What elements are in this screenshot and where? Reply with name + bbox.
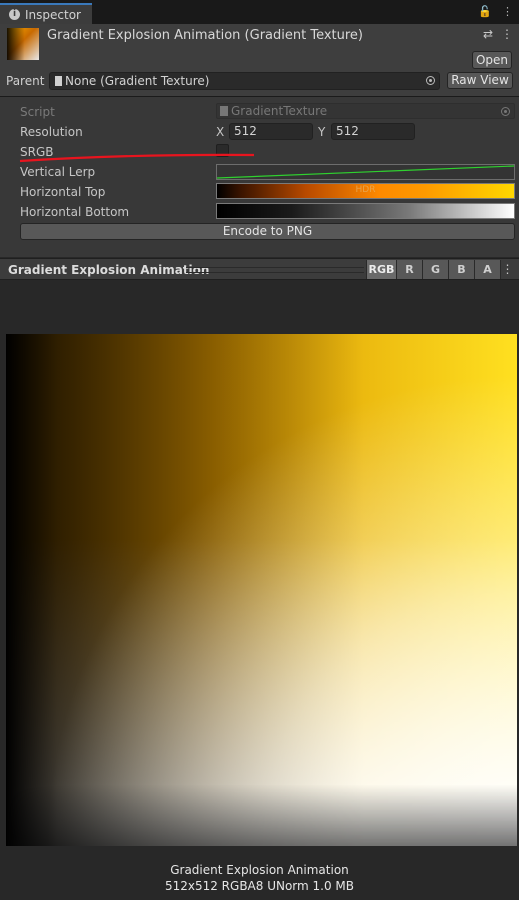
- channel-r-button[interactable]: R: [396, 260, 422, 279]
- preview-header: Gradient Explosion Animation RGB R G B A…: [0, 258, 519, 280]
- preview-menu-icon[interactable]: ⋮: [500, 260, 514, 279]
- more-options-icon[interactable]: ⋮: [501, 27, 513, 41]
- open-button[interactable]: Open: [472, 51, 512, 69]
- hdr-tag: HDR: [355, 185, 376, 195]
- settings-sliders-icon[interactable]: ⇄: [483, 27, 493, 41]
- parent-label: Parent: [6, 74, 45, 88]
- texture-shade: [6, 334, 517, 846]
- tab-bar: i Inspector 🔓 ⋮: [0, 0, 519, 24]
- curve-line: [216, 165, 515, 179]
- preview-caption-info: 512x512 RGBA8 UNorm 1.0 MB: [164, 879, 355, 893]
- encode-to-png-button[interactable]: Encode to PNG: [20, 223, 515, 240]
- horizontal-bottom-gradient-field[interactable]: [216, 203, 515, 219]
- document-icon: [55, 76, 62, 86]
- properties-panel: Script GradientTexture Resolution X 512 …: [0, 97, 519, 257]
- parent-field[interactable]: None (Gradient Texture): [49, 72, 440, 90]
- channel-rgb-button[interactable]: RGB: [366, 260, 396, 279]
- vertical-lerp-label: Vertical Lerp: [20, 165, 96, 179]
- asset-title: Gradient Explosion Animation (Gradient T…: [47, 28, 364, 43]
- channel-b-button[interactable]: B: [448, 260, 474, 279]
- asset-thumbnail: [7, 28, 39, 60]
- resize-grip[interactable]: [186, 267, 364, 273]
- vertical-lerp-curve-field[interactable]: [216, 164, 515, 180]
- preview-area: Gradient Explosion Animation 512x512 RGB…: [0, 280, 519, 900]
- object-picker-icon[interactable]: [426, 76, 435, 85]
- info-icon: i: [9, 9, 20, 20]
- horizontal-bottom-label: Horizontal Bottom: [20, 205, 130, 219]
- preview-title[interactable]: Gradient Explosion Animation: [8, 263, 209, 277]
- inspector-header: Gradient Explosion Animation (Gradient T…: [0, 24, 519, 96]
- kebab-menu-icon[interactable]: ⋮: [502, 5, 513, 18]
- horizontal-top-gradient-field[interactable]: HDR: [216, 183, 515, 199]
- texture-preview-image: [6, 334, 517, 846]
- channel-a-button[interactable]: A: [474, 260, 500, 279]
- raw-view-button[interactable]: Raw View: [447, 72, 513, 89]
- tab-tools: 🔓 ⋮: [478, 5, 513, 18]
- horizontal-top-label: Horizontal Top: [20, 185, 106, 199]
- channel-g-button[interactable]: G: [422, 260, 448, 279]
- channel-toggle-group: RGB R G B A ⋮: [366, 260, 514, 279]
- preview-caption-name: Gradient Explosion Animation: [170, 863, 349, 877]
- parent-value: None (Gradient Texture): [65, 74, 210, 88]
- tab-inspector[interactable]: i Inspector: [0, 3, 92, 24]
- header-icons: ⇄ ⋮: [483, 27, 513, 41]
- tab-label: Inspector: [25, 7, 81, 22]
- lock-icon[interactable]: 🔓: [478, 5, 492, 18]
